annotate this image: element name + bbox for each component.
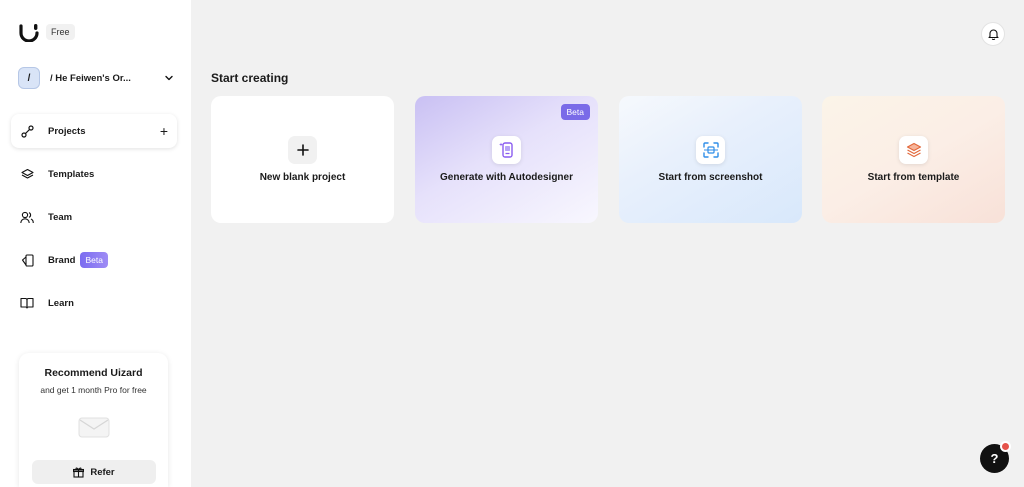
refer-card: Recommend Uizard and get 1 month Pro for…: [19, 353, 168, 487]
sidebar-item-templates[interactable]: Templates: [11, 157, 177, 191]
sidebar-item-label: Projects: [48, 125, 86, 137]
section-title: Start creating: [211, 71, 289, 85]
refer-button-label: Refer: [90, 466, 115, 478]
brand-icon: [20, 253, 34, 267]
org-name: / He Feiwen's Or...: [50, 72, 131, 84]
card-label: Generate with Autodesigner: [440, 172, 573, 183]
plan-badge: Free: [46, 24, 75, 40]
uizard-logo[interactable]: [18, 22, 40, 42]
org-switcher[interactable]: / / He Feiwen's Or...: [18, 67, 174, 89]
template-stack-icon: [899, 136, 928, 164]
org-avatar: /: [18, 67, 40, 89]
plus-icon: [288, 136, 317, 164]
logo-row: Free: [18, 22, 75, 42]
start-from-screenshot-card[interactable]: Start from screenshot: [619, 96, 802, 223]
screenshot-icon: [696, 136, 725, 164]
start-from-template-card[interactable]: Start from template: [822, 96, 1005, 223]
refer-button[interactable]: Refer: [32, 460, 156, 484]
card-label: New blank project: [259, 172, 346, 183]
sidebar-item-team[interactable]: Team: [11, 200, 177, 234]
notification-dot: [1000, 441, 1011, 452]
projects-icon: [20, 124, 34, 138]
refer-title: Recommend Uizard: [44, 367, 143, 379]
generate-autodesigner-card[interactable]: Beta Generate with Autodesigner: [415, 96, 598, 223]
beta-badge: Beta: [560, 104, 590, 120]
chevron-down-icon: [165, 75, 173, 81]
bell-icon: [987, 29, 999, 40]
sidebar-item-label: Team: [48, 211, 73, 223]
add-project-icon[interactable]: +: [160, 124, 168, 138]
card-label: Start from screenshot: [658, 172, 763, 183]
book-icon: [20, 296, 34, 310]
sidebar-item-label: Brand: [48, 254, 76, 266]
sidebar-item-label: Learn: [48, 297, 74, 309]
sidebar-item-projects[interactable]: Projects +: [11, 114, 177, 148]
card-label: Start from template: [867, 172, 960, 183]
team-icon: [20, 210, 34, 224]
autodesigner-icon: [492, 136, 521, 164]
sidebar: Free / / He Feiwen's Or... Projects + Te…: [0, 0, 191, 487]
sidebar-item-label: Templates: [48, 168, 95, 180]
sidebar-item-brand[interactable]: Brand Beta: [11, 243, 177, 277]
envelope-icon: [78, 417, 109, 438]
notifications-button[interactable]: [981, 22, 1005, 46]
beta-badge: Beta: [80, 252, 108, 268]
refer-subtitle: and get 1 month Pro for free: [40, 385, 147, 395]
gift-icon: [73, 467, 85, 478]
sidebar-item-learn[interactable]: Learn: [11, 286, 177, 320]
new-blank-project-card[interactable]: New blank project: [211, 96, 394, 223]
sidebar-nav: Projects + Templates Team Brand Beta Lea…: [11, 114, 177, 329]
layers-icon: [20, 167, 34, 181]
